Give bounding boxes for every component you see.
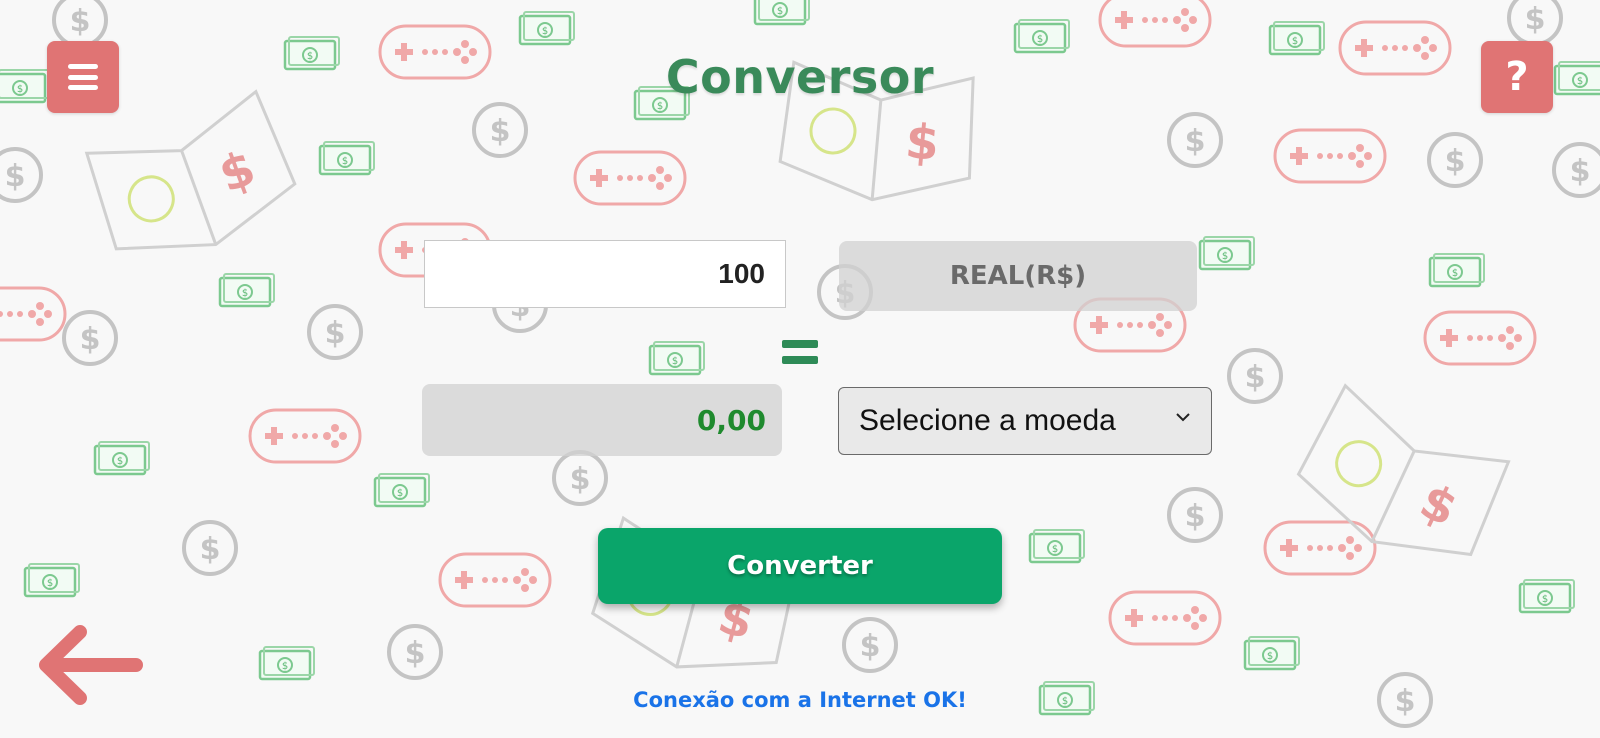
convert-button[interactable]: Converter <box>598 528 1002 604</box>
help-button[interactable]: ? <box>1481 41 1553 113</box>
chevron-down-icon <box>1176 413 1190 422</box>
page-title: Conversor <box>665 50 935 104</box>
target-currency-select[interactable]: Selecione a moeda <box>838 387 1212 455</box>
result-value: 0,00 <box>422 384 782 456</box>
currency-select-label: Selecione a moeda <box>859 404 1116 437</box>
amount-input[interactable]: 100 <box>424 240 786 308</box>
connection-status: Conexão com a Internet OK! <box>633 688 967 712</box>
equals-sign-icon <box>782 340 818 370</box>
source-currency-label: REAL(R$) <box>839 241 1197 311</box>
